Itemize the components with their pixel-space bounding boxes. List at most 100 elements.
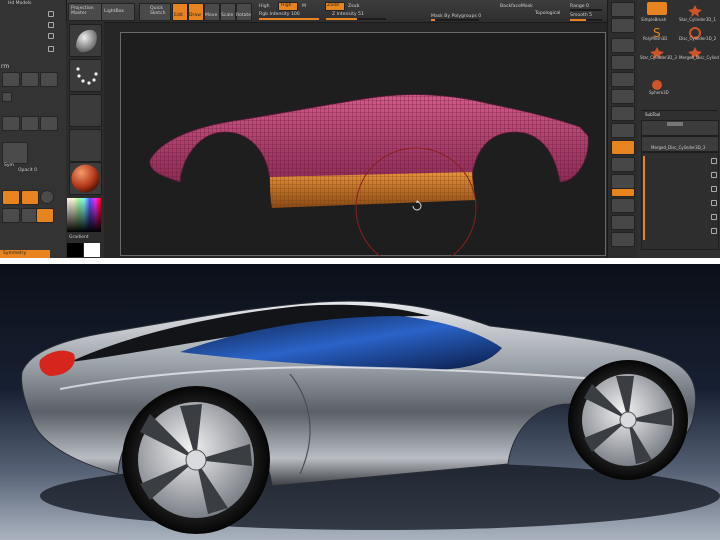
mask-by-polygroups-slider[interactable] <box>431 19 479 21</box>
tray-button-c[interactable] <box>40 72 58 87</box>
subtool-thumb-1 <box>667 122 683 126</box>
section-label: rm <box>1 63 10 70</box>
subtool-item-label: Merged_Disc_Cylinder3D_3 <box>651 145 706 150</box>
tool-disc-cylinder-label: Disc_Cylinder3D_2 <box>679 36 717 41</box>
shelf-button-bpr[interactable] <box>611 2 635 17</box>
right-shelf <box>607 0 638 258</box>
symmetry-tab-label: Symmetry <box>3 251 27 256</box>
subtool-visibility-1[interactable] <box>711 158 717 164</box>
car-body-mesh[interactable] <box>120 32 606 256</box>
draw-mode-button[interactable] <box>21 190 39 205</box>
tray-checkbox-3[interactable] <box>48 33 54 39</box>
shelf-button-frame[interactable] <box>611 157 635 172</box>
primary-color-swatch[interactable] <box>84 243 100 257</box>
tool-star-cylinder-label: Star_Cylinder3D_1 <box>679 17 716 22</box>
shelf-button-spix[interactable] <box>611 18 635 33</box>
tray-checkbox-4[interactable] <box>48 46 54 52</box>
rotate-label: Rotate <box>236 13 252 18</box>
silver-sports-car <box>21 300 720 534</box>
subtool-scrollbar[interactable] <box>643 156 645 240</box>
subtool-visibility-5[interactable] <box>711 214 717 220</box>
smooth-label: Smooth 5 <box>570 13 593 18</box>
z-intensity-label: Z Intensity 51 <box>332 12 364 17</box>
high-button-label: High <box>281 3 292 8</box>
subtool-visibility-4[interactable] <box>711 200 717 206</box>
z-intensity-slider[interactable] <box>326 18 386 20</box>
rotate-button[interactable] <box>236 3 252 21</box>
star-icon <box>688 5 702 17</box>
high-label: High <box>259 4 270 9</box>
frame-button[interactable] <box>36 208 54 223</box>
edit-button[interactable] <box>172 3 188 21</box>
xyz-button[interactable] <box>2 208 20 223</box>
material-thumbnail[interactable] <box>69 162 102 195</box>
shelf-button-zoom[interactable] <box>611 55 635 70</box>
move-button[interactable] <box>204 3 220 21</box>
smooth-slider[interactable] <box>570 19 602 21</box>
shelf-button-rotate[interactable] <box>611 215 635 230</box>
sphere-mode-button[interactable] <box>40 190 54 204</box>
backface-mask-toggle[interactable]: BackfaceMask <box>500 4 533 9</box>
subtool-visibility-2[interactable] <box>711 172 717 178</box>
shelf-button-scroll[interactable] <box>611 38 635 53</box>
lightbox-label: LightBox <box>104 9 125 14</box>
matcap-red-icon <box>71 164 100 193</box>
tool-sphere-thumb[interactable] <box>647 76 667 90</box>
tray-button-a[interactable] <box>2 72 20 87</box>
rgb-intensity-label: Rgb Intensity 100 <box>259 12 300 17</box>
tool-column: Gradient <box>66 22 104 258</box>
sym-label: Sym <box>4 163 14 168</box>
dots-stroke-icon <box>76 67 98 85</box>
shelf-button-floor[interactable] <box>611 123 635 138</box>
shelf-button-local[interactable] <box>611 140 635 155</box>
left-tray-title: Hd Models <box>8 1 32 6</box>
tool-star-cylinder3-label: Star_Cylinder3D_3 <box>640 55 677 60</box>
tool-polymesh-label: PolyMesh3D <box>643 36 668 41</box>
projection-master-label: Projection Master <box>71 6 94 16</box>
xyz-grow-button[interactable] <box>40 116 58 131</box>
tray-small-button[interactable] <box>2 92 12 102</box>
zsub-toggle[interactable]: Zsub <box>348 4 359 9</box>
shelf-button-move[interactable] <box>611 174 635 189</box>
xyz-up-button[interactable] <box>2 116 20 131</box>
tray-checkbox-2[interactable] <box>48 22 54 28</box>
topological-toggle[interactable]: Topological <box>535 11 560 16</box>
tray-button-b[interactable] <box>21 72 39 87</box>
xyz-down-button[interactable] <box>21 116 39 131</box>
tool-star-cylinder-thumb[interactable] <box>685 2 705 17</box>
draw-button[interactable] <box>188 3 204 21</box>
shelf-button-aahalf[interactable] <box>611 89 635 104</box>
shelf-button-polyf[interactable] <box>611 232 635 247</box>
subtool-visibility-6[interactable] <box>711 228 717 234</box>
subtool-visibility-3[interactable] <box>711 186 717 192</box>
shelf-button-scale[interactable] <box>611 198 635 213</box>
range-slider[interactable] <box>570 9 602 11</box>
tool-palette: SimpleBrush Star_Cylinder3D_1 S PolyMesh… <box>637 0 720 258</box>
tool-simplebrush-thumb[interactable] <box>647 2 667 15</box>
zbrush-window: Projection Master LightBox Quick Sketch … <box>0 0 720 258</box>
tray-checkbox-1[interactable] <box>48 11 54 17</box>
opacity-label: Opacit 0 <box>18 168 37 173</box>
brush-thumbnail[interactable] <box>69 24 102 57</box>
quick-sketch-label: Quick Sketch <box>150 6 166 16</box>
rgb-intensity-slider[interactable] <box>259 18 319 20</box>
stroke-thumbnail[interactable] <box>69 59 102 92</box>
alpha-thumbnail[interactable] <box>69 94 102 127</box>
tool-sphere-label: Sphere3D <box>649 90 669 95</box>
scale-label: Scale <box>221 13 234 18</box>
subtool-list[interactable] <box>641 152 719 250</box>
paint-mode-button[interactable] <box>2 190 20 205</box>
edit-label: Edit <box>174 13 183 18</box>
shelf-button-persp[interactable] <box>611 106 635 121</box>
shelf-button-actual[interactable] <box>611 72 635 87</box>
m-toggle[interactable]: M <box>302 4 306 9</box>
sym-button[interactable] <box>2 142 28 164</box>
tool-simplebrush-label: SimpleBrush <box>641 17 667 22</box>
secondary-color-swatch[interactable] <box>67 243 83 257</box>
texture-thumbnail[interactable] <box>69 129 102 162</box>
shelf-button-xyz[interactable] <box>611 188 635 197</box>
color-picker[interactable] <box>67 198 101 232</box>
move-label: Move <box>205 13 218 18</box>
subtool-header[interactable]: SubTool <box>645 112 660 117</box>
scale-button[interactable] <box>220 3 236 21</box>
